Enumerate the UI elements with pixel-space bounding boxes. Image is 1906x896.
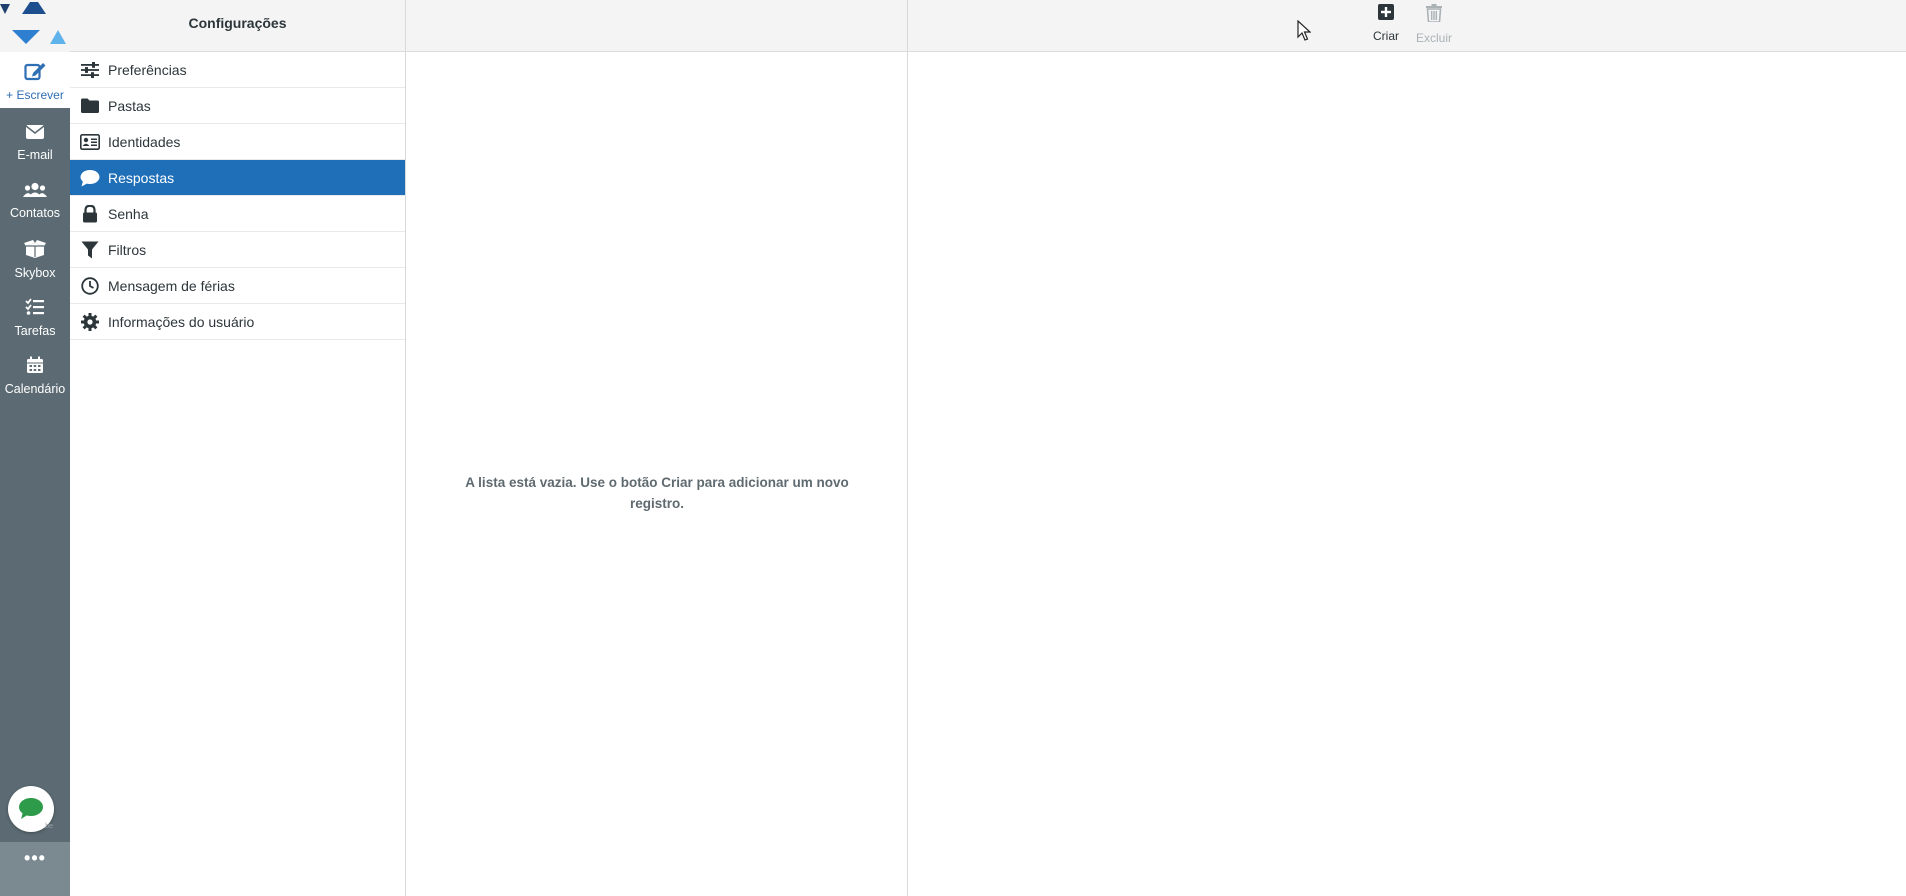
settings-item-folders[interactable]: Pastas [70, 88, 405, 124]
nav-item-contacts[interactable]: Contatos [0, 172, 70, 230]
content-panel: Criar Excluir [908, 0, 1906, 896]
settings-panel: Configurações Preferências Pastas Identi… [70, 0, 406, 896]
nav-item-label: E-mail [17, 148, 53, 162]
settings-item-user-info[interactable]: Informações do usuário [70, 304, 405, 340]
nav-item-tasks[interactable]: Tarefas [0, 288, 70, 346]
delete-label: Excluir [1415, 31, 1452, 45]
app-logo[interactable] [0, 0, 70, 52]
settings-item-identities[interactable]: Identidades [70, 124, 405, 160]
create-button[interactable]: Criar [1363, 4, 1409, 43]
settings-item-label: Informações do usuário [108, 313, 255, 330]
settings-item-vacation-message[interactable]: Mensagem de férias [70, 268, 405, 304]
nav-item-label: Skybox [14, 266, 56, 280]
compose-icon [24, 63, 46, 81]
comment-icon [80, 168, 100, 188]
delete-button[interactable]: Excluir [1411, 4, 1457, 45]
settings-item-label: Senha [108, 205, 149, 222]
nav-item-label: Contatos [9, 206, 61, 220]
chat-badge: be [45, 823, 53, 830]
tasks-icon [25, 298, 44, 315]
settings-item-label: Identidades [108, 133, 181, 150]
settings-item-password[interactable]: Senha [70, 196, 405, 232]
id-card-icon [80, 132, 100, 152]
nav-item-skybox[interactable]: Skybox [0, 230, 70, 288]
list-header [406, 0, 907, 52]
trash-icon [1426, 4, 1442, 23]
chat-launcher-button[interactable]: be [8, 786, 54, 832]
gear-icon [80, 312, 100, 332]
settings-item-preferences[interactable]: Preferências [70, 52, 405, 88]
filter-icon [80, 240, 100, 260]
compose-button[interactable]: + Escrever [0, 52, 70, 108]
nav-item-calendar[interactable]: Calendário [0, 346, 70, 404]
settings-item-responses[interactable]: Respostas [70, 160, 405, 196]
settings-title: Configurações [70, 0, 405, 52]
logo-icon [0, 2, 66, 44]
users-icon [23, 182, 47, 197]
chat-icon [19, 798, 43, 819]
nav-item-label: Calendário [4, 382, 66, 396]
settings-item-label: Pastas [108, 97, 151, 114]
plus-square-icon [1378, 4, 1394, 20]
settings-item-label: Filtros [108, 241, 147, 258]
box-icon [24, 240, 46, 258]
more-menu-button[interactable]: ••• [0, 848, 70, 869]
nav-item-email[interactable]: E-mail [0, 114, 70, 172]
create-label: Criar [1373, 29, 1399, 43]
folder-icon [80, 96, 100, 116]
mouse-cursor-icon [1297, 20, 1311, 41]
settings-item-filters[interactable]: Filtros [70, 232, 405, 268]
settings-item-label: Mensagem de férias [108, 277, 235, 294]
sliders-icon [80, 60, 100, 80]
nav-item-label: Tarefas [14, 324, 56, 338]
empty-list-message: A lista está vazia. Use o botão Criar pa… [465, 475, 849, 511]
responses-list-panel: A lista está vazia. Use o botão Criar pa… [406, 0, 908, 896]
clock-icon [80, 276, 100, 296]
content-toolbar: Criar Excluir [908, 0, 1906, 52]
nav-rail: + Escrever E-mail Contatos Skybox Tarefa… [0, 0, 70, 896]
compose-label: + Escrever [6, 88, 64, 102]
lock-icon [80, 204, 100, 224]
calendar-icon [27, 356, 43, 373]
settings-item-label: Respostas [108, 169, 175, 186]
envelope-icon [25, 125, 45, 139]
settings-item-label: Preferências [108, 61, 187, 78]
